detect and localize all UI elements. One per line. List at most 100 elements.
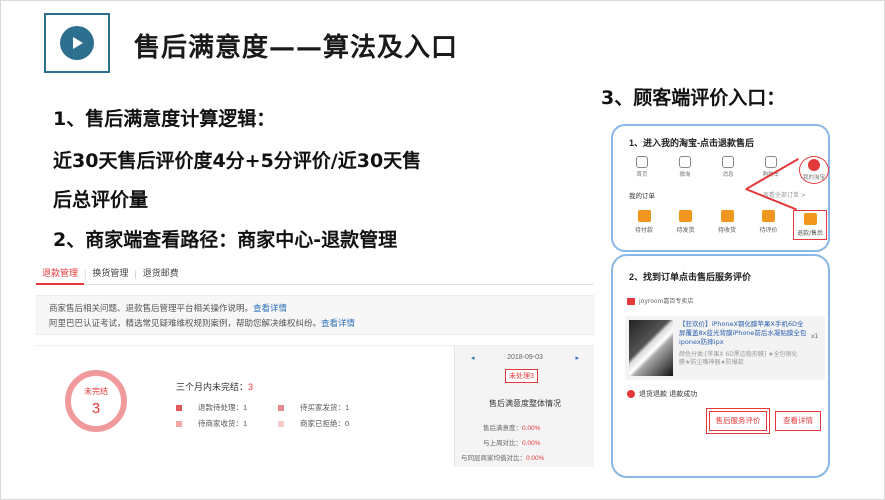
wallet-icon — [637, 210, 651, 222]
customer-app-screenshot: 1、进入我的淘宝-点击退款售后 首页 微淘 消息 购物车 我的淘宝 我的订单 查… — [604, 119, 836, 485]
stat-label: 退款待处理：1 — [198, 403, 248, 412]
tab-exchange-management[interactable]: 换货管理 — [86, 266, 134, 284]
message-icon — [722, 156, 734, 168]
nav-label: 首页 — [636, 172, 648, 178]
satisfaction-title: 售后满意度整体情况 — [489, 399, 561, 408]
row-label: 与上周对比： — [483, 440, 522, 447]
week-compare-row: 与上周对比：0.00% — [483, 437, 540, 447]
merchant-refund-screenshot: 退款管理 | 换货管理 | 退货邮费 商家售后相关问题、退款售后管理平台相关操作… — [36, 261, 594, 467]
nav-label: 我的淘宝 — [802, 175, 825, 181]
order-label: 待发货 — [676, 227, 695, 234]
merchant-tabs: 退款管理 | 换货管理 | 退货邮费 — [36, 261, 594, 285]
store-icon — [627, 298, 635, 305]
unfinished-panel: 未完结 3 三个月内未完结：3 退款待处理：1 待买家发货：1 待商家收货：1 … — [36, 346, 454, 467]
ring-value: 3 — [91, 400, 101, 417]
play-icon — [60, 26, 94, 60]
nav-weitao[interactable]: 微淘 — [670, 156, 700, 184]
satisfaction-panel: ◂ 2018-09-03 ▸ 未处理3 售后满意度整体情况 售后满意度：0.00… — [454, 346, 594, 467]
order-pending-ship[interactable]: 待发货 — [669, 210, 703, 240]
order-label: 待付款 — [634, 227, 653, 234]
order-pending-receive[interactable]: 待收货 — [710, 210, 744, 240]
product-card[interactable]: 【狂欢价】iPhoneX钢化膜苹果X手机6D全屏覆盖8x蓝光背膜iPhone前后… — [625, 316, 825, 380]
bottom-nav: 首页 微淘 消息 购物车 我的淘宝 — [627, 156, 829, 184]
review-icon — [762, 210, 775, 222]
box-icon — [679, 210, 692, 222]
refund-icon — [803, 213, 817, 225]
date-value: 2018-09-03 — [507, 354, 543, 361]
nav-home[interactable]: 首页 — [627, 156, 657, 184]
nav-label: 微淘 — [679, 172, 691, 178]
my-orders-label: 我的订单 — [629, 192, 655, 200]
stat-merchant-rejected[interactable]: 商家已拒绝：0 — [278, 418, 349, 429]
slide: 售后满意度——算法及入口 1、售后满意度计算逻辑： 近30天售后评价度4分+5分… — [0, 0, 885, 500]
calc-logic-heading: 1、售后满意度计算逻辑： — [53, 108, 276, 130]
order-label: 退款/售后 — [796, 230, 824, 237]
stat-color-square — [278, 420, 284, 427]
stat-label: 待商家收货：1 — [198, 419, 248, 428]
calc-formula-line2: 后总评价量 — [53, 189, 149, 211]
prev-date-icon[interactable]: ◂ — [471, 354, 475, 362]
home-icon — [636, 156, 648, 168]
calc-formula-line1: 近30天售后评价度4分+5分评价/近30天售 — [53, 150, 422, 172]
product-qty: x1 — [811, 333, 819, 340]
nav-messages[interactable]: 消息 — [713, 156, 743, 184]
merchant-notice: 商家售后相关问题、退款售后管理平台相关操作说明。查看详情 阿里巴巴认证考试，精选… — [36, 295, 594, 335]
order-refund-aftersale[interactable]: 退款/售后 — [793, 210, 827, 240]
summary-value: 3 — [248, 382, 254, 392]
status-label: 退货退款 退款成功 — [639, 390, 698, 398]
merchant-stats-panel: 未完结 3 三个月内未完结：3 退款待处理：1 待买家发货：1 待商家收货：1 … — [36, 345, 594, 467]
stat-label: 商家已拒绝：0 — [300, 419, 350, 428]
row-label: 售后满意度： — [483, 425, 522, 432]
stat-await-merchant-receive[interactable]: 待商家收货：1 — [176, 418, 247, 429]
peer-compare-row: 与同层商家均值对比：0.00% — [461, 452, 544, 462]
merchant-path-text: 2、商家端查看路径：商家中心-退款管理 — [53, 229, 398, 251]
order-pending-payment[interactable]: 待付款 — [627, 210, 661, 240]
product-title: 【狂欢价】iPhoneX钢化膜苹果X手机6D全屏覆盖8x蓝光背膜iPhone前后… — [679, 320, 807, 346]
store-label: joyroom嘉百专卖店 — [639, 298, 694, 305]
tab-return-postage[interactable]: 退货邮费 — [137, 266, 185, 284]
unfinished-summary: 三个月内未完结：3 — [176, 380, 253, 393]
product-image — [629, 320, 673, 376]
satisfaction-row: 售后满意度：0.00% — [483, 422, 540, 432]
row-label: 与同层商家均值对比： — [461, 455, 526, 462]
stat-await-buyer-ship[interactable]: 待买家发货：1 — [278, 402, 349, 413]
stat-label: 待买家发货：1 — [300, 403, 350, 412]
view-details-button[interactable]: 查看详情 — [775, 411, 821, 431]
nav-label: 消息 — [722, 172, 734, 178]
aftersale-review-button[interactable]: 售后服务评价 — [706, 408, 770, 434]
ring-label: 未完结 — [84, 387, 108, 396]
summary-label: 三个月内未完结： — [176, 382, 249, 392]
tab-refund-management[interactable]: 退款管理 — [36, 266, 85, 285]
pending-badge[interactable]: 未处理3 — [505, 369, 538, 383]
nav-my-taobao[interactable]: 我的淘宝 — [799, 156, 829, 184]
product-spec: 颜色分类:[苹果X 6D黑边稳形膜] ★全包钢化膜★防尘嘴神器★防爆款 — [679, 351, 798, 366]
notice-text-2: 阿里巴巴认证考试，精选常见疑难维权规则案例，帮助您解决维权纠纷。 — [49, 318, 322, 328]
store-name[interactable]: joyroom嘉百专卖店 — [627, 296, 693, 305]
row-value: 0.00% — [522, 425, 541, 432]
user-icon — [808, 159, 820, 171]
step1-box: 1、进入我的淘宝-点击退款售后 首页 微淘 消息 购物车 我的淘宝 我的订单 查… — [611, 124, 830, 252]
step2-heading: 2、找到订单点击售后服务评价 — [629, 272, 752, 282]
stat-color-square — [278, 404, 284, 411]
next-date-icon[interactable]: ▸ — [575, 354, 579, 362]
row-value: 0.00% — [522, 440, 541, 447]
cart-icon — [765, 156, 777, 168]
stat-color-square — [176, 404, 182, 411]
slide-title: 售后满意度——算法及入口 — [134, 33, 459, 63]
row-value: 0.00% — [526, 455, 545, 462]
step1-heading: 1、进入我的淘宝-点击退款售后 — [629, 138, 755, 148]
truck-icon — [720, 210, 734, 222]
notice-link-1[interactable]: 查看详情 — [253, 303, 287, 313]
order-status-row: 待付款 待发货 待收货 待评价 退款/售后 — [627, 210, 827, 240]
stat-refund-pending[interactable]: 退款待处理：1 — [176, 402, 247, 413]
status-icon — [627, 390, 635, 398]
order-pending-review[interactable]: 待评价 — [752, 210, 786, 240]
refund-status: 退货退款 退款成功 — [627, 389, 697, 399]
unfinished-ring: 未完结 3 — [65, 370, 127, 432]
step2-box: 2、找到订单点击售后服务评价 joyroom嘉百专卖店 【狂欢价】iPhoneX… — [611, 254, 830, 478]
notice-link-2[interactable]: 查看详情 — [321, 318, 355, 328]
order-label: 待评价 — [759, 227, 778, 234]
weitao-icon — [679, 156, 691, 168]
title-icon-box — [44, 13, 110, 73]
order-label: 待收货 — [717, 227, 736, 234]
